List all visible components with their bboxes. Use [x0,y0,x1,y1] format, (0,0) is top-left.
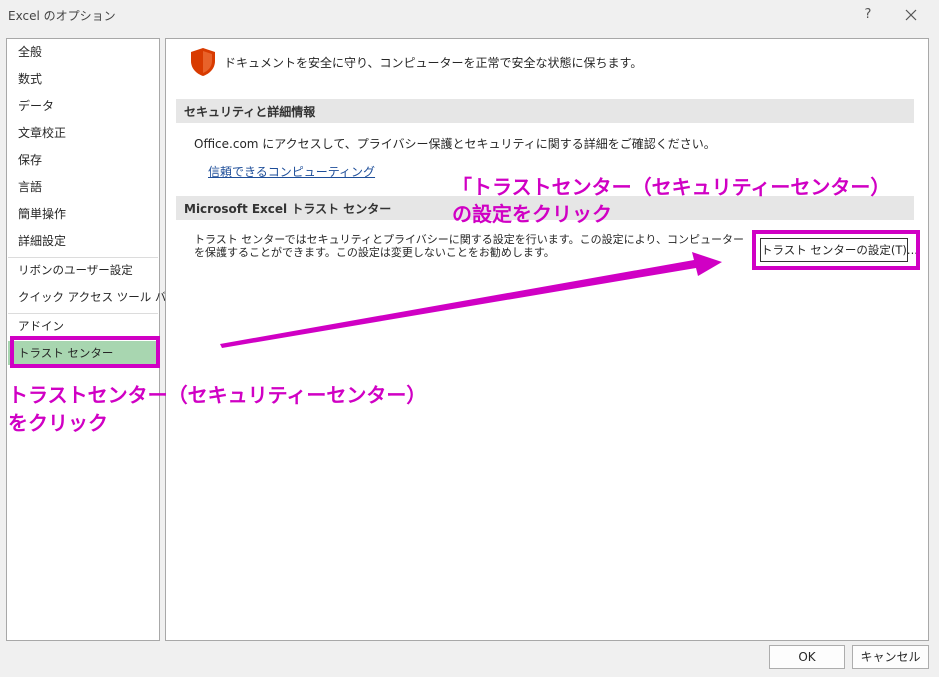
close-button[interactable] [900,4,922,26]
sidebar-item-label: 文章校正 [18,126,67,140]
sidebar-item-label: トラスト センター [18,346,114,360]
intro-text: ドキュメントを安全に守り、コンピューターを正常で安全な状態に保ちます。 [224,56,643,70]
sidebar-item-label: 簡単操作 [18,207,67,221]
options-sidebar: 全般 数式 データ 文章校正 保存 言語 簡単操作 詳細設定 リボンのユーザー設… [6,38,178,641]
sidebar-item-quick-access-toolbar[interactable]: クイック アクセス ツール バー [8,284,178,311]
trust-center-panel: ドキュメントを安全に守り、コンピューターを正常で安全な状態に保ちます。 セキュリ… [165,38,929,641]
sidebar-item-label: アドイン [18,319,64,333]
sidebar-item-label: 詳細設定 [18,234,67,248]
cancel-button[interactable]: キャンセル [852,645,929,669]
trust-center-settings-button[interactable]: トラスト センターの設定(T)... [760,238,918,262]
sidebar-item-language[interactable]: 言語 [8,174,158,201]
security-section-title: セキュリティと詳細情報 [184,105,316,119]
sidebar-item-label: 全般 [18,45,43,59]
close-icon [905,9,917,21]
sidebar-item-accessibility[interactable]: 簡単操作 [8,201,158,228]
help-button[interactable]: ? [858,5,878,25]
sidebar-item-label: 保存 [18,153,43,167]
trustworthy-computing-link[interactable]: 信頼できるコンピューティング [208,163,375,180]
sidebar-item-addins[interactable]: アドイン [8,313,158,340]
annotation-left-line1: トラストセンター（セキュリティーセンター） [8,383,427,407]
security-info-text: Office.com にアクセスして、プライバシー保護とセキュリティに関する詳細… [194,137,716,151]
sidebar-item-proofing[interactable]: 文章校正 [8,120,158,147]
annotation-top-line1: 「トラストセンター（セキュリティーセンター） [452,175,891,199]
sidebar-item-customize-ribbon[interactable]: リボンのユーザー設定 [8,257,158,284]
security-section-header: セキュリティと詳細情報 [176,99,914,123]
sidebar-item-trust-center[interactable]: トラスト センター [8,341,158,365]
sidebar-item-formulas[interactable]: 数式 [8,66,158,93]
trust-center-description: トラスト センターではセキュリティとプライバシーに関する設定を行います。この設定… [194,233,744,259]
window-title: Excel のオプション [8,9,116,23]
trust-center-section-title: Microsoft Excel トラスト センター [184,202,392,216]
sidebar-item-general[interactable]: 全般 [8,39,158,66]
sidebar-item-label: 言語 [18,180,43,194]
sidebar-item-label: リボンのユーザー設定 [18,263,133,277]
shield-icon [191,48,215,76]
ok-button[interactable]: OK [769,645,845,669]
annotation-left-line2: をクリック [8,411,108,435]
sidebar-item-label: 数式 [18,72,43,86]
sidebar-item-advanced[interactable]: 詳細設定 [8,228,158,255]
sidebar-item-save[interactable]: 保存 [8,147,158,174]
annotation-top-line2: の設定をクリック [452,202,612,226]
sidebar-item-label: クイック アクセス ツール バー [18,290,178,304]
sidebar-item-data[interactable]: データ [8,93,158,120]
title-bar: Excel のオプション ? [0,0,939,30]
sidebar-item-label: データ [18,99,55,113]
